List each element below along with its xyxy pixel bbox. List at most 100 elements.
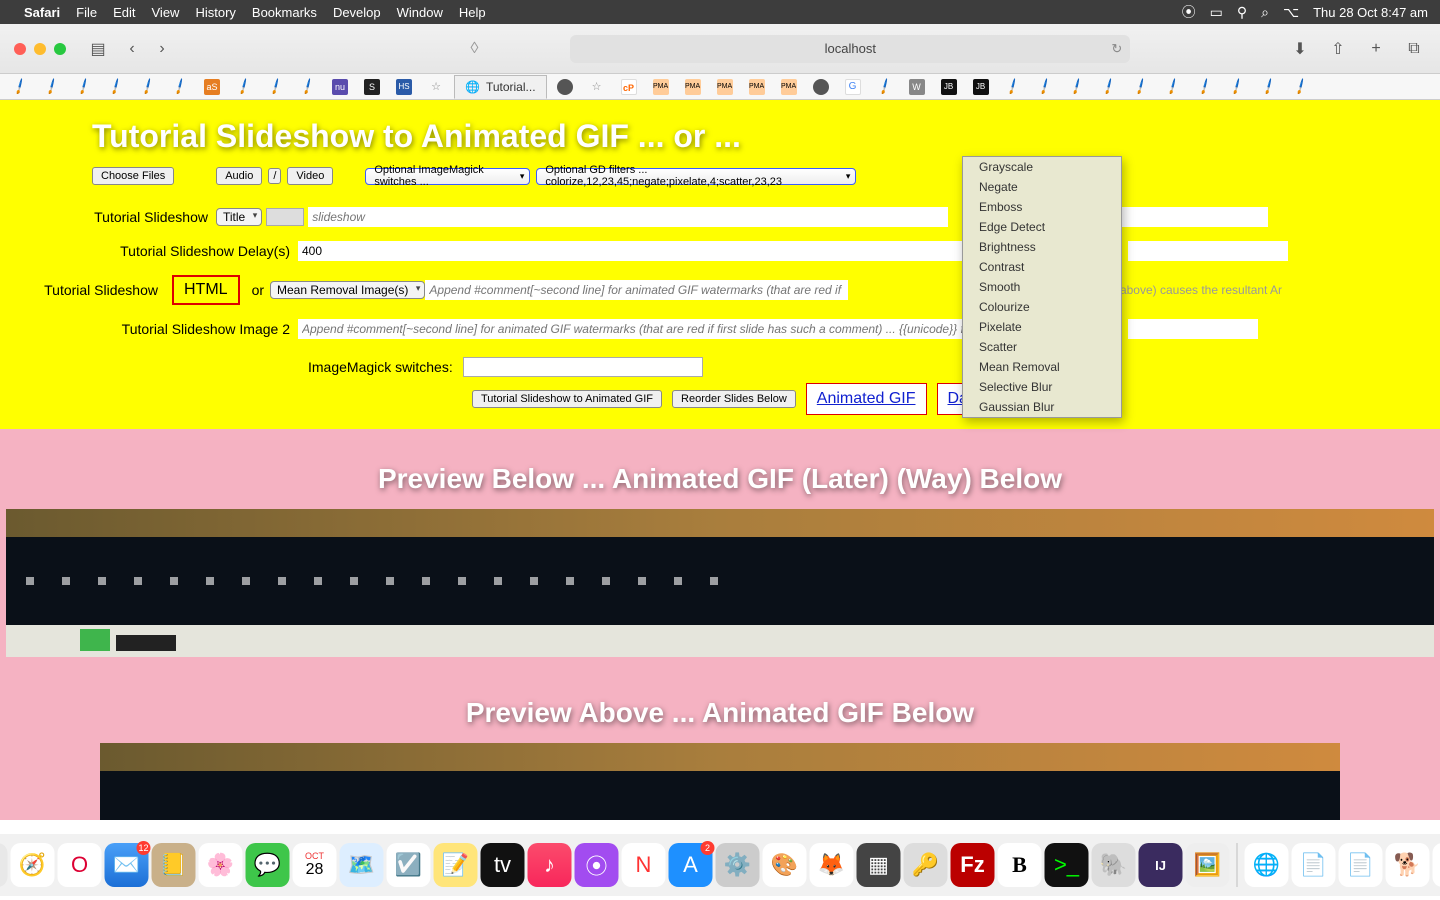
dock-mail[interactable]: ✉️12 bbox=[105, 843, 149, 887]
fav-item[interactable]: 🖌️ bbox=[1159, 77, 1187, 97]
dock-preview[interactable]: 🖼️ bbox=[1186, 843, 1230, 887]
dropdown-option[interactable]: Brightness bbox=[963, 237, 1121, 257]
fullscreen-window-button[interactable] bbox=[54, 43, 66, 55]
imagemagick-select[interactable]: Optional ImageMagick switches ... bbox=[365, 168, 530, 185]
dropdown-option[interactable]: Mean Removal bbox=[963, 357, 1121, 377]
animated-gif-link[interactable]: Animated GIF bbox=[806, 383, 927, 415]
fav-item[interactable]: nu bbox=[326, 77, 354, 97]
shield-icon[interactable]: ◊ bbox=[463, 37, 487, 61]
audio-button[interactable]: Audio bbox=[216, 167, 262, 185]
fav-item[interactable]: 🖌️ bbox=[102, 77, 130, 97]
url-bar[interactable]: localhost ↻ bbox=[570, 35, 1130, 63]
share-icon[interactable]: ⇧ bbox=[1326, 37, 1350, 61]
dock-b[interactable]: B bbox=[998, 843, 1042, 887]
menu-bookmarks[interactable]: Bookmarks bbox=[252, 5, 317, 20]
dock-photos[interactable]: 🌸 bbox=[199, 843, 243, 887]
dock-calculator[interactable]: ▦ bbox=[857, 843, 901, 887]
newtab-icon[interactable]: + bbox=[1364, 37, 1388, 61]
dock-tv[interactable]: tv bbox=[481, 843, 525, 887]
dock-textedit[interactable]: 📄 bbox=[1292, 843, 1336, 887]
app-name[interactable]: Safari bbox=[24, 5, 60, 20]
dropdown-option[interactable]: Negate bbox=[963, 177, 1121, 197]
clock[interactable]: Thu 28 Oct 8:47 am bbox=[1313, 5, 1428, 20]
screenrecord-icon[interactable]: ⦿ bbox=[1182, 2, 1196, 22]
menu-edit[interactable]: Edit bbox=[113, 5, 135, 20]
dock-messages[interactable]: 💬 bbox=[246, 843, 290, 887]
dock-safari[interactable]: 🧭 bbox=[11, 843, 55, 887]
extra-input-2[interactable] bbox=[1128, 241, 1288, 261]
fav-item[interactable]: PMA bbox=[679, 77, 707, 97]
tabs-icon[interactable]: ⧉ bbox=[1402, 37, 1426, 61]
dock-reminders[interactable]: ☑️ bbox=[387, 843, 431, 887]
fav-item[interactable]: 🖌️ bbox=[1287, 77, 1315, 97]
menu-window[interactable]: Window bbox=[397, 5, 443, 20]
extra-input-1[interactable] bbox=[1108, 207, 1268, 227]
fav-item[interactable]: 🖌️ bbox=[1255, 77, 1283, 97]
fav-item[interactable] bbox=[551, 77, 579, 97]
dock-mamp[interactable]: 🐘 bbox=[1092, 843, 1136, 887]
dock-folder[interactable]: 📦 bbox=[1433, 843, 1440, 887]
choose-files-button[interactable]: Choose Files bbox=[92, 167, 174, 185]
active-tab[interactable]: 🌐 Tutorial... bbox=[454, 75, 547, 99]
dropdown-option[interactable]: Smooth bbox=[963, 277, 1121, 297]
dock-colorpicker[interactable]: 🎨 bbox=[763, 843, 807, 887]
delay-input[interactable] bbox=[298, 241, 968, 261]
dock-appstore[interactable]: A2 bbox=[669, 843, 713, 887]
dropdown-option[interactable]: Pixelate bbox=[963, 317, 1121, 337]
fav-item[interactable]: HS bbox=[390, 77, 418, 97]
fav-item[interactable]: PMA bbox=[743, 77, 771, 97]
search-icon[interactable]: ⌕ bbox=[1261, 4, 1269, 21]
fav-item[interactable]: PMA bbox=[647, 77, 675, 97]
fav-item[interactable]: PMA bbox=[711, 77, 739, 97]
menu-history[interactable]: History bbox=[195, 5, 235, 20]
dock-notes[interactable]: 📝 bbox=[434, 843, 478, 887]
dock-intellij[interactable]: IJ bbox=[1139, 843, 1183, 887]
image2-input[interactable] bbox=[298, 319, 968, 339]
gdfilters-select[interactable]: Optional GD filters ... colorize,12,23,4… bbox=[536, 168, 856, 185]
dock-sysprefs[interactable]: ⚙️ bbox=[716, 843, 760, 887]
dropdown-option[interactable]: Contrast bbox=[963, 257, 1121, 277]
reorder-slides-button[interactable]: Reorder Slides Below bbox=[672, 390, 796, 408]
menu-help[interactable]: Help bbox=[459, 5, 486, 20]
dropdown-option[interactable]: Edge Detect bbox=[963, 217, 1121, 237]
dock-opera[interactable]: O bbox=[58, 843, 102, 887]
dock-calendar[interactable]: OCT28 bbox=[293, 843, 337, 887]
dock-firefox[interactable]: 🦊 bbox=[810, 843, 854, 887]
close-window-button[interactable] bbox=[14, 43, 26, 55]
dock-terminal[interactable]: >_ bbox=[1045, 843, 1089, 887]
dropdown-option[interactable]: Colourize bbox=[963, 297, 1121, 317]
fav-item[interactable]: 🖌️ bbox=[166, 77, 194, 97]
wifi-icon[interactable]: ⚲ bbox=[1237, 4, 1247, 21]
forward-button[interactable]: › bbox=[150, 37, 174, 61]
download-icon[interactable]: ⬇ bbox=[1288, 37, 1312, 61]
im-switches-input[interactable] bbox=[463, 357, 703, 377]
title-select[interactable]: Title bbox=[216, 208, 262, 226]
menu-develop[interactable]: Develop bbox=[333, 5, 381, 20]
html-box[interactable]: HTML bbox=[172, 275, 240, 305]
dock-image[interactable]: 🐕 bbox=[1386, 843, 1430, 887]
fav-item[interactable]: JB bbox=[935, 77, 963, 97]
fav-item[interactable]: G bbox=[839, 77, 867, 97]
dropdown-option[interactable]: Selective Blur bbox=[963, 377, 1121, 397]
video-button[interactable]: Video bbox=[287, 167, 333, 185]
fav-item[interactable]: 🖌️ bbox=[262, 77, 290, 97]
dock-music[interactable]: ♪ bbox=[528, 843, 572, 887]
control-center-icon[interactable]: ⌥ bbox=[1283, 4, 1299, 21]
back-button[interactable]: ‹ bbox=[120, 37, 144, 61]
extra-input-4[interactable] bbox=[1128, 319, 1258, 339]
battery-icon[interactable]: ▭ bbox=[1210, 4, 1223, 21]
dropdown-option[interactable]: Gaussian Blur bbox=[963, 397, 1121, 417]
fav-item[interactable]: 🖌️ bbox=[999, 77, 1027, 97]
fav-item[interactable]: 🖌️ bbox=[230, 77, 258, 97]
fav-item[interactable]: JB bbox=[967, 77, 995, 97]
fav-item[interactable]: 🖌️ bbox=[134, 77, 162, 97]
menu-file[interactable]: File bbox=[76, 5, 97, 20]
fav-item[interactable] bbox=[807, 77, 835, 97]
fav-item[interactable]: 🖌️ bbox=[1031, 77, 1059, 97]
fav-item[interactable]: PMA bbox=[775, 77, 803, 97]
fav-item[interactable]: 🖌️ bbox=[38, 77, 66, 97]
dock-podcasts[interactable]: ⦿ bbox=[575, 843, 619, 887]
reload-icon[interactable]: ↻ bbox=[1111, 41, 1122, 57]
slideshow-title-input[interactable] bbox=[308, 207, 948, 227]
dock-contacts[interactable]: 📒 bbox=[152, 843, 196, 887]
